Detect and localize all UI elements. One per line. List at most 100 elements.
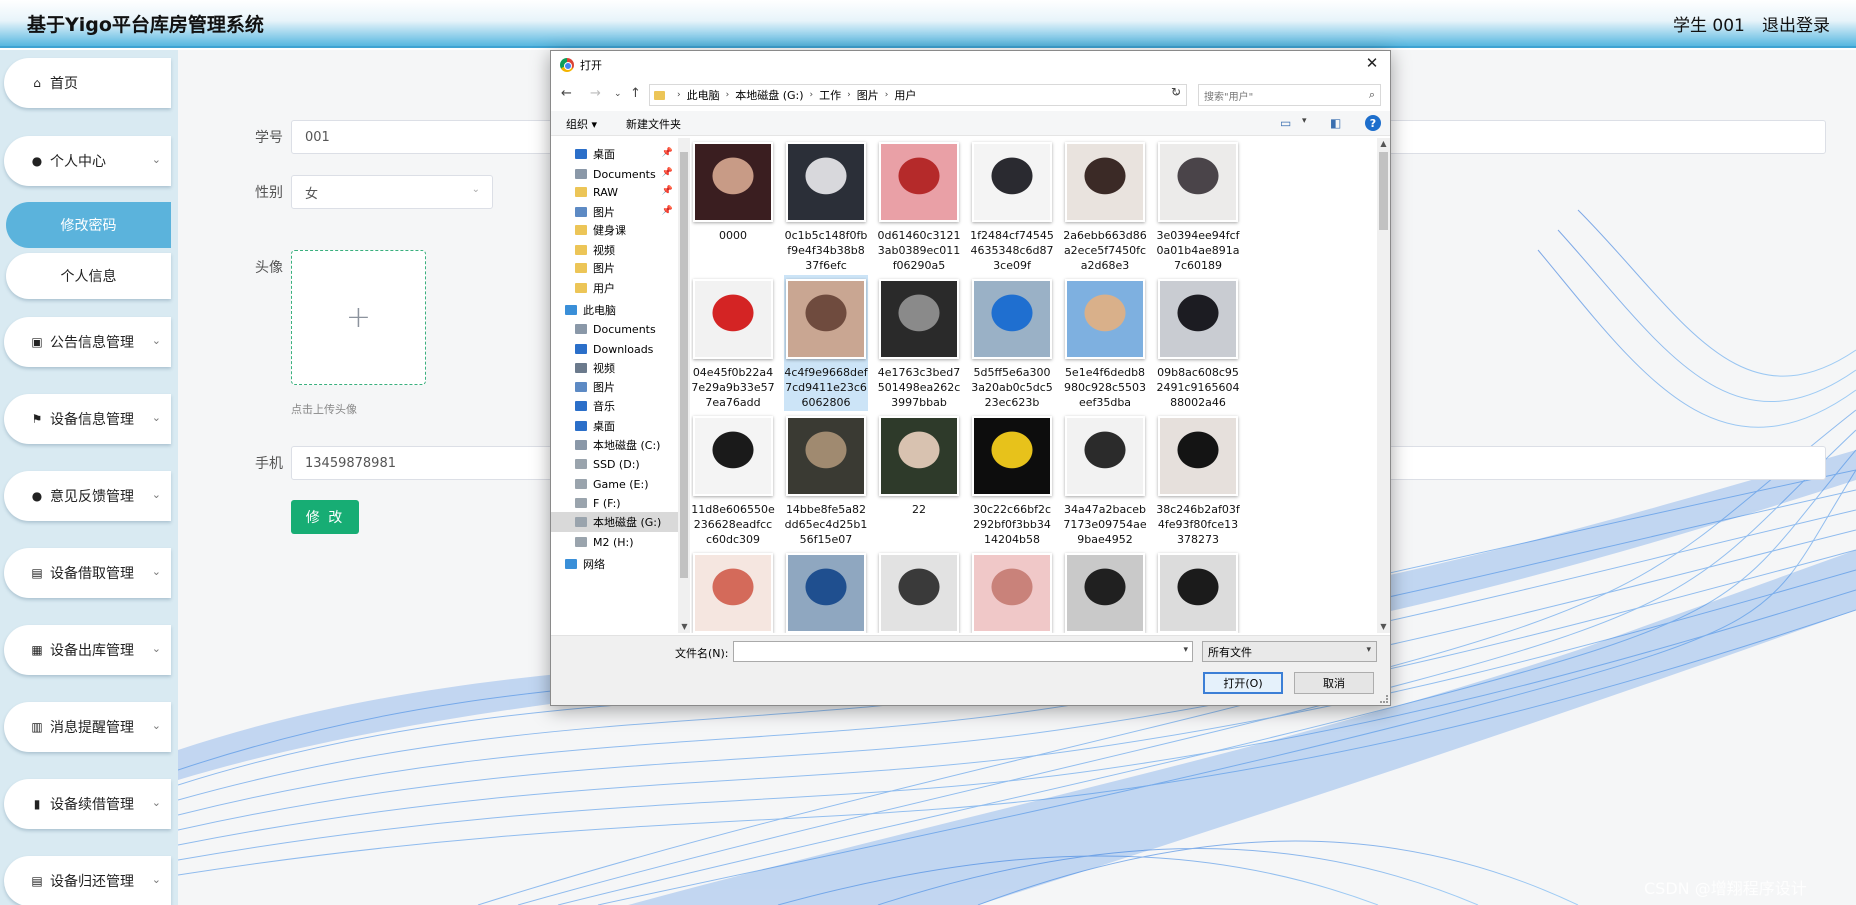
- file-item[interactable]: [784, 549, 868, 633]
- file-item[interactable]: 3e0394ee94fcf0a01b4ae891a7c60189: [1156, 138, 1240, 274]
- chevron-down-icon[interactable]: ▾: [1183, 645, 1188, 655]
- tree-item-label: M2 (H:): [593, 535, 634, 549]
- tree-item[interactable]: 网络: [551, 554, 679, 574]
- pin-icon: 📌: [661, 186, 673, 196]
- breadcrumb-item[interactable]: 图片: [857, 87, 879, 103]
- sidebar-item-home[interactable]: ⌂ 首页: [4, 58, 171, 108]
- folder-icon: [575, 401, 587, 411]
- tree-item[interactable]: 此电脑: [551, 300, 679, 320]
- file-item[interactable]: 34a47a2baceb7173e09754ae9bae4952: [1063, 412, 1147, 548]
- sidebar-item-equipment-info[interactable]: ⚑ 设备信息管理 ⌄: [4, 394, 171, 444]
- sidebar-item-reminder[interactable]: ▥ 消息提醒管理 ⌄: [4, 702, 171, 752]
- breadcrumb-item[interactable]: 用户: [894, 87, 916, 103]
- preview-pane-icon[interactable]: ◧: [1330, 116, 1341, 130]
- sidebar-item-return[interactable]: ▤ 设备归还管理 ⌄: [4, 856, 171, 905]
- help-icon[interactable]: ?: [1365, 115, 1381, 131]
- organize-button[interactable]: 组织 ▾: [566, 116, 597, 132]
- submit-button[interactable]: 修 改: [291, 500, 359, 534]
- view-options-icon[interactable]: ▭: [1280, 116, 1291, 130]
- forward-arrow-icon[interactable]: →: [590, 86, 601, 101]
- open-button[interactable]: 打开(O): [1203, 672, 1283, 694]
- tree-item[interactable]: 本地磁盘 (C:): [551, 435, 679, 455]
- file-item[interactable]: [1156, 549, 1240, 633]
- file-item[interactable]: [877, 549, 961, 633]
- file-item[interactable]: 09b8ac608c952491c916560488002a46: [1156, 275, 1240, 411]
- file-item[interactable]: 1f2484cf745454635348c6d873ce09f: [970, 138, 1054, 274]
- file-item[interactable]: 30c22c66bf2c292bf0f3bb3414204b58: [970, 412, 1054, 548]
- file-item[interactable]: 22: [877, 412, 961, 548]
- sidebar-item-renew[interactable]: ▮ 设备续借管理 ⌄: [4, 779, 171, 829]
- close-icon[interactable]: ✕: [1362, 54, 1382, 74]
- file-item[interactable]: [1063, 549, 1147, 633]
- file-item[interactable]: 5e1e4f6dedb8980c928c5503eef35dba: [1063, 275, 1147, 411]
- files-scrollbar[interactable]: ▲ ▼: [1377, 138, 1390, 633]
- file-item[interactable]: 2a6ebb663d86a2ece5f7450fca2d68e3: [1063, 138, 1147, 274]
- up-arrow-icon[interactable]: ↑: [630, 86, 641, 101]
- sidebar-item-label: 个人信息: [60, 269, 117, 285]
- tree-item[interactable]: F (F:): [551, 493, 679, 513]
- back-arrow-icon[interactable]: ←: [561, 86, 572, 101]
- breadcrumb-item[interactable]: 本地磁盘 (G:): [735, 87, 803, 103]
- tree-item[interactable]: M2 (H:): [551, 532, 679, 552]
- file-item[interactable]: 0000: [691, 138, 775, 274]
- tree-item[interactable]: 用户: [551, 278, 679, 298]
- tree-item[interactable]: 图片 📌: [551, 202, 679, 222]
- file-item[interactable]: [691, 549, 775, 633]
- tree-item[interactable]: 桌面 📌: [551, 144, 679, 164]
- chevron-up-icon[interactable]: ▲: [1377, 139, 1390, 148]
- sidebar-subitem-personal-info[interactable]: 个人信息: [6, 253, 171, 299]
- address-bar[interactable]: › 此电脑 › 本地磁盘 (G:) › 工作 › 图片 › 用户 ⌄: [649, 84, 1187, 106]
- sidebar-item-outbound[interactable]: ▦ 设备出库管理 ⌄: [4, 625, 171, 675]
- tree-item[interactable]: 音乐: [551, 396, 679, 416]
- new-folder-button[interactable]: 新建文件夹: [626, 116, 681, 132]
- tree-item[interactable]: Downloads: [551, 339, 679, 359]
- search-input[interactable]: 搜索"用户" ⌕: [1198, 84, 1381, 106]
- tree-item[interactable]: 本地磁盘 (G:): [551, 512, 679, 532]
- tree-item[interactable]: RAW 📌: [551, 182, 679, 202]
- tree-item[interactable]: SSD (D:): [551, 454, 679, 474]
- tree-item[interactable]: 健身课: [551, 220, 679, 240]
- filetype-select[interactable]: 所有文件 ▾: [1202, 641, 1377, 662]
- chevron-down-icon[interactable]: ▼: [1377, 622, 1390, 631]
- files-scroll-thumb[interactable]: [1379, 152, 1388, 230]
- sidebar-item-borrow[interactable]: ▤ 设备借取管理 ⌄: [4, 548, 171, 598]
- tree-item[interactable]: 图片: [551, 258, 679, 278]
- file-item[interactable]: 14bbe8fe5a82dd65ec4d25b156f15e07: [784, 412, 868, 548]
- breadcrumb-item[interactable]: 此电脑: [687, 87, 720, 103]
- file-item[interactable]: 0d61460c31213ab0389ec011f06290a5: [877, 138, 961, 274]
- cancel-button[interactable]: 取消: [1294, 672, 1374, 694]
- chevron-down-icon[interactable]: ▾: [1302, 116, 1307, 126]
- file-item[interactable]: 11d8e606550e236628eadfccc60dc309: [691, 412, 775, 548]
- sidebar-item-personal-center[interactable]: ● 个人中心 ⌄: [4, 136, 171, 186]
- sidebar-item-label: 设备出库管理: [50, 643, 134, 659]
- tree-scrollbar[interactable]: ▼: [678, 138, 690, 633]
- tree-item[interactable]: 图片: [551, 377, 679, 397]
- tree-item[interactable]: 桌面: [551, 416, 679, 436]
- file-item[interactable]: 38c246b2af03f4fe93f80fce13378273: [1156, 412, 1240, 548]
- dialog-title: 打开: [580, 59, 602, 72]
- chevron-down-icon[interactable]: ▼: [678, 622, 691, 631]
- recent-chevron-icon[interactable]: ⌄: [614, 89, 622, 99]
- gender-select[interactable]: 女 ⌄: [291, 175, 493, 209]
- logout-button[interactable]: 退出登录: [1762, 11, 1830, 36]
- file-item[interactable]: [970, 549, 1054, 633]
- file-item[interactable]: 4e1763c3bed7501498ea262c3997bbab: [877, 275, 961, 411]
- resize-grip-icon[interactable]: [1380, 695, 1388, 703]
- tree-item[interactable]: Documents: [551, 319, 679, 339]
- breadcrumb-item[interactable]: 工作: [819, 87, 841, 103]
- tree-scroll-thumb[interactable]: [680, 152, 688, 578]
- tree-item[interactable]: 视频: [551, 358, 679, 378]
- tree-item[interactable]: Documents 📌: [551, 164, 679, 184]
- sidebar-item-feedback[interactable]: ● 意见反馈管理 ⌄: [4, 471, 171, 521]
- file-item[interactable]: 0c1b5c148f0fbf9e4f34b38b837f6efc: [784, 138, 868, 274]
- tree-item[interactable]: Game (E:): [551, 474, 679, 494]
- file-item[interactable]: 5d5ff5e6a3003a20ab0c5dc523ec623b: [970, 275, 1054, 411]
- tree-item[interactable]: 视频: [551, 240, 679, 260]
- sidebar-item-notice[interactable]: ▣ 公告信息管理 ⌄: [4, 317, 171, 367]
- file-item[interactable]: 4c4f9e9668def7cd9411e23c66062806: [784, 275, 868, 411]
- sidebar-subitem-change-password[interactable]: 修改密码: [6, 202, 171, 248]
- avatar-uploader[interactable]: +: [291, 250, 426, 385]
- refresh-icon[interactable]: ↻: [1171, 85, 1181, 99]
- file-item[interactable]: 04e45f0b22a47e29a9b33e577ea76add: [691, 275, 775, 411]
- filename-input[interactable]: ▾: [733, 641, 1193, 662]
